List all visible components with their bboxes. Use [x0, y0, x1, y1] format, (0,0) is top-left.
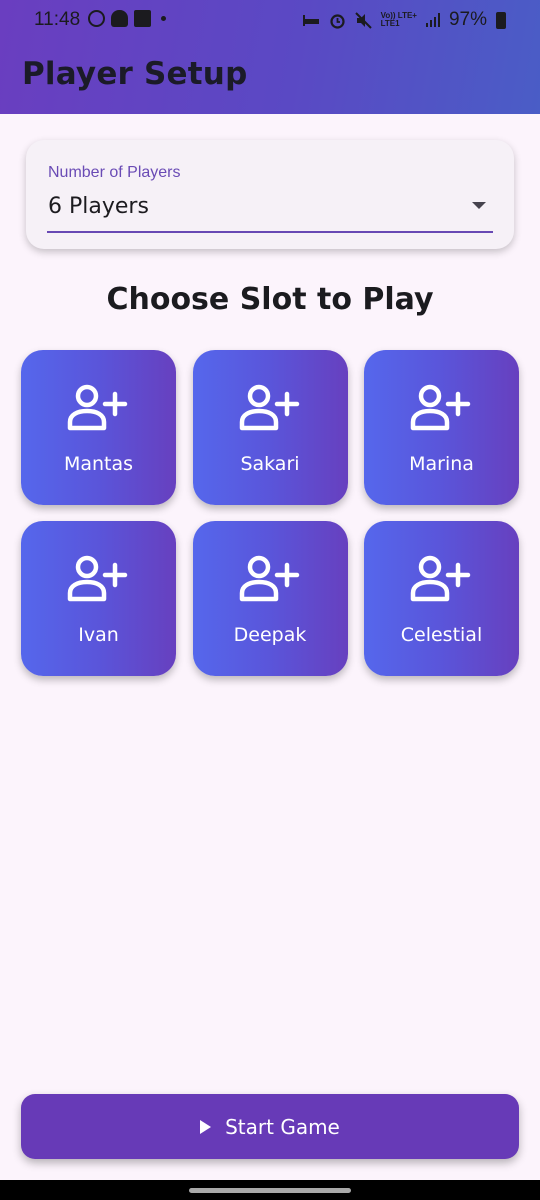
notification-icons — [88, 10, 166, 27]
section-heading: Choose Slot to Play — [106, 282, 434, 317]
whatsapp-icon — [88, 10, 105, 27]
play-icon — [200, 1119, 212, 1134]
player-slot[interactable]: Sakari — [192, 350, 348, 505]
system-icons: Vo)) LTE+ LTE1 97% — [302, 9, 506, 31]
status-time: 11:48 — [34, 9, 81, 30]
add-person-icon — [239, 384, 299, 431]
player-slot-name: Marina — [409, 453, 474, 475]
start-game-label: Start Game — [225, 1114, 340, 1139]
gallery-icon — [134, 10, 151, 27]
bed-icon — [302, 15, 319, 26]
add-person-icon — [410, 384, 471, 431]
network-label: Vo)) LTE+ LTE1 — [380, 11, 417, 28]
start-game-button[interactable]: Start Game — [21, 1094, 519, 1159]
add-person-icon — [67, 384, 128, 431]
add-person-icon — [239, 555, 299, 602]
dropdown-arrow-icon[interactable] — [472, 202, 486, 209]
page-title: Player Setup — [22, 56, 248, 92]
player-slot-name: Deepak — [233, 624, 307, 646]
alarm-icon — [329, 13, 345, 29]
player-slot-name: Celestial — [400, 624, 483, 646]
dropdown-underline — [47, 231, 493, 233]
players-dropdown[interactable]: Number of Players 6 Players — [26, 140, 514, 249]
player-slot[interactable]: Marina — [364, 350, 519, 505]
player-slot-name: Mantas — [63, 453, 134, 475]
player-slot[interactable]: Ivan — [21, 521, 176, 676]
player-slot[interactable]: Celestial — [364, 521, 519, 676]
player-slots-grid: Mantas Sakari Marina Ivan Deepak Celesti… — [21, 350, 519, 676]
players-dropdown-value[interactable]: 6 Players — [48, 194, 149, 219]
more-notifications-dot-icon — [161, 16, 166, 21]
players-dropdown-label: Number of Players — [48, 164, 181, 181]
status-bar: 11:48 Vo)) LTE+ LTE1 97% — [0, 0, 540, 40]
home-gesture-handle[interactable] — [189, 1188, 351, 1193]
add-person-icon — [67, 555, 128, 602]
player-slot[interactable]: Mantas — [21, 350, 176, 505]
add-person-icon — [410, 555, 471, 602]
mute-icon — [354, 11, 372, 29]
player-slot-name: Ivan — [78, 624, 119, 646]
player-slot[interactable]: Deepak — [192, 521, 348, 676]
system-nav-bar — [0, 1180, 540, 1200]
signal-icon — [425, 13, 440, 27]
battery-percent: 97% — [448, 9, 487, 30]
snapchat-icon — [111, 10, 128, 27]
battery-charging-icon — [496, 11, 506, 29]
player-slot-name: Sakari — [240, 453, 300, 475]
